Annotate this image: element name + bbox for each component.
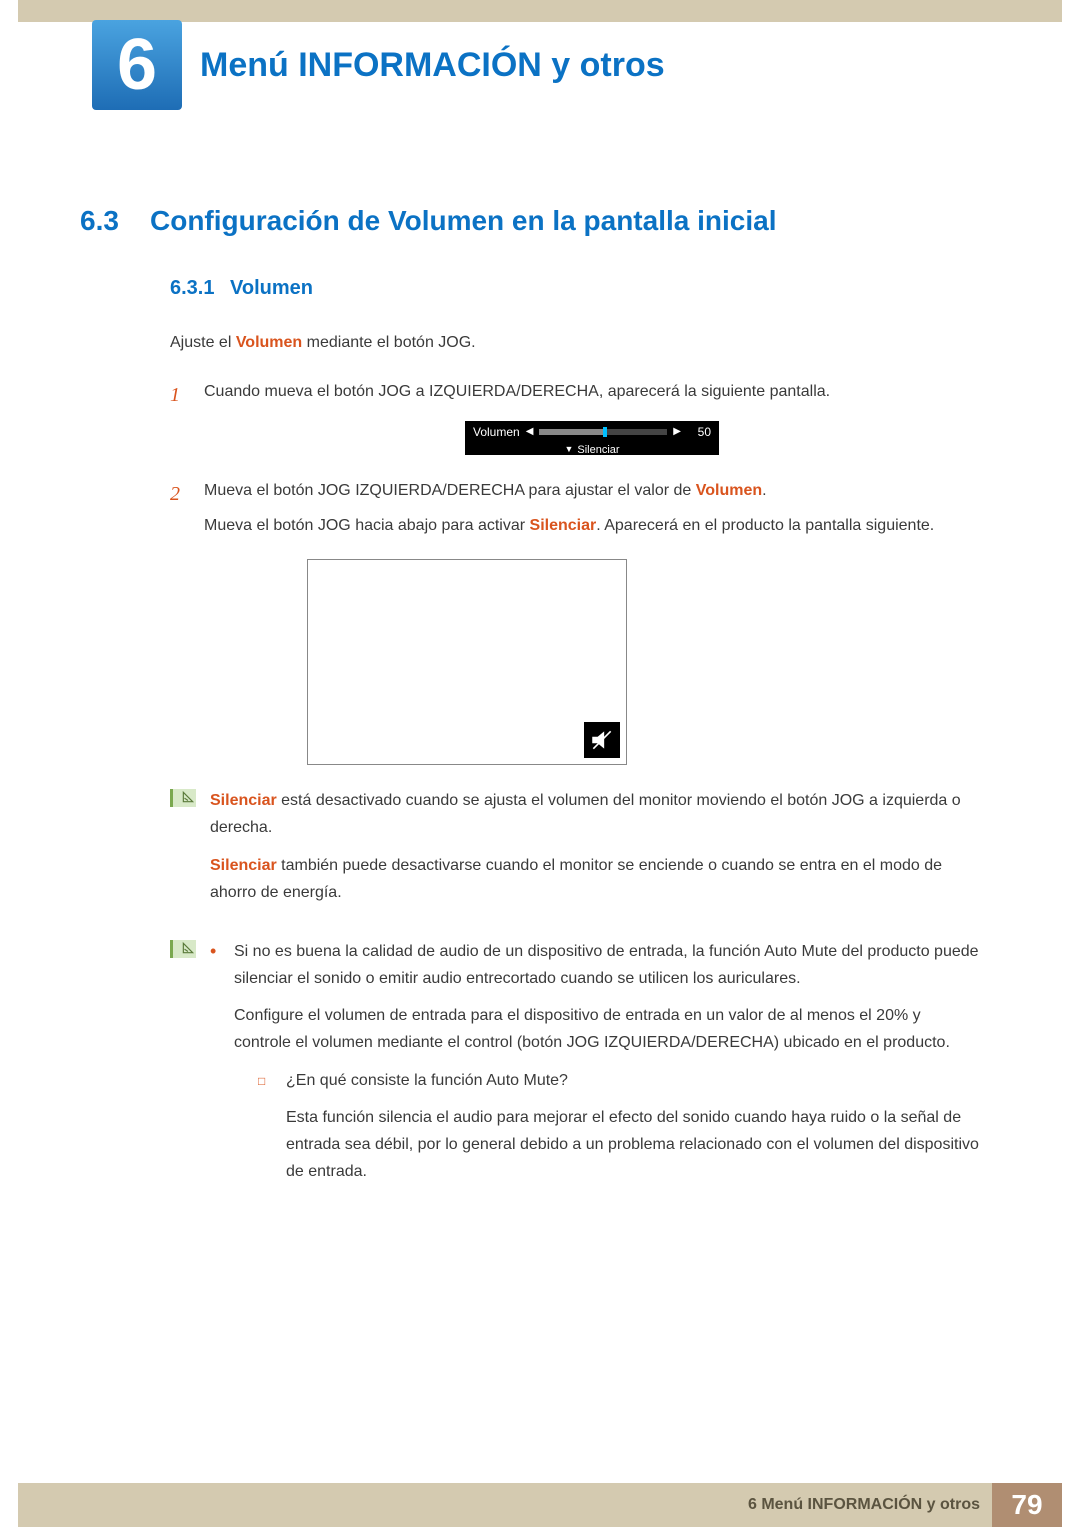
step-number: 2 (170, 477, 204, 765)
chapter-title: Menú INFORMACIÓN y otros (200, 46, 665, 85)
volume-slider (539, 429, 667, 435)
term-silenciar: Silenciar (210, 792, 277, 809)
chapter-header: 6 Menú INFORMACIÓN y otros (0, 20, 1080, 110)
chapter-number-badge: 6 (92, 20, 182, 110)
sub-bullet-item: □ ¿En qué consiste la función Auto Mute?… (258, 1067, 980, 1196)
step-1: 1 Cuando mueva el botón JOG a IZQUIERDA/… (170, 378, 980, 459)
mute-icon (584, 722, 620, 758)
step-number: 1 (170, 378, 204, 459)
note1-p1: Silenciar está desactivado cuando se aju… (210, 787, 980, 841)
subsection-number: 6.3.1 (170, 277, 214, 299)
step1-text: Cuando mueva el botón JOG a IZQUIERDA/DE… (204, 378, 980, 405)
subsection-title: Volumen (230, 277, 313, 299)
osd-volume-label: Volumen (473, 422, 520, 442)
intro-paragraph: Ajuste el Volumen mediante el botón JOG. (170, 330, 980, 356)
chapter-number: 6 (117, 24, 157, 106)
subsection-heading: 6.3.1 Volumen (170, 277, 980, 300)
top-accent-bar (18, 0, 1062, 22)
term-volumen: Volumen (696, 482, 762, 499)
step2-p1: Mueva el botón JOG IZQUIERDA/DERECHA par… (204, 477, 980, 504)
footer-chapter-label: 6 Menú INFORMACIÓN y otros (748, 1496, 980, 1514)
bullet-item: • Si no es buena la calidad de audio de … (210, 938, 980, 1196)
term-volumen: Volumen (236, 334, 302, 351)
step2-p2: Mueva el botón JOG hacia abajo para acti… (204, 512, 980, 539)
note-block-1: Silenciar está desactivado cuando se aju… (170, 787, 980, 916)
section-heading: 6.3 Configuración de Volumen en la panta… (70, 205, 980, 237)
section-title: Configuración de Volumen en la pantalla … (150, 205, 776, 237)
sub-bullet-icon: □ (258, 1067, 286, 1196)
step-2: 2 Mueva el botón JOG IZQUIERDA/DERECHA p… (170, 477, 980, 765)
section-number: 6.3 (70, 205, 150, 237)
osd-volume-value: 50 (687, 422, 711, 442)
arrow-down-icon: ▼ (564, 442, 573, 457)
arrow-left-icon: ◀ (526, 423, 534, 440)
term-silenciar: Silenciar (210, 857, 277, 874)
term-silenciar: Silenciar (530, 517, 597, 534)
volume-osd: Volumen ◀ ▶ 50 ▼ Silenciar (465, 421, 719, 455)
note-block-2: • Si no es buena la calidad de audio de … (170, 938, 980, 1206)
note1-p2: Silenciar también puede desactivarse cua… (210, 852, 980, 906)
note-icon (170, 787, 200, 916)
note2-bullet1-p2: Configure el volumen de entrada para el … (234, 1002, 980, 1056)
osd-mute-label: Silenciar (577, 441, 619, 460)
product-screen-illustration (307, 559, 627, 765)
note2-sub-a: Esta función silencia el audio para mejo… (286, 1104, 980, 1186)
note2-bullet1-p1: Si no es buena la calidad de audio de un… (234, 938, 980, 992)
note2-sub-q: ¿En qué consiste la función Auto Mute? (286, 1067, 980, 1094)
bullet-icon: • (210, 938, 234, 1196)
page-footer: 6 Menú INFORMACIÓN y otros 79 (18, 1483, 1062, 1527)
arrow-right-icon: ▶ (673, 423, 681, 440)
page-number: 79 (992, 1483, 1062, 1527)
note-icon (170, 938, 200, 1206)
